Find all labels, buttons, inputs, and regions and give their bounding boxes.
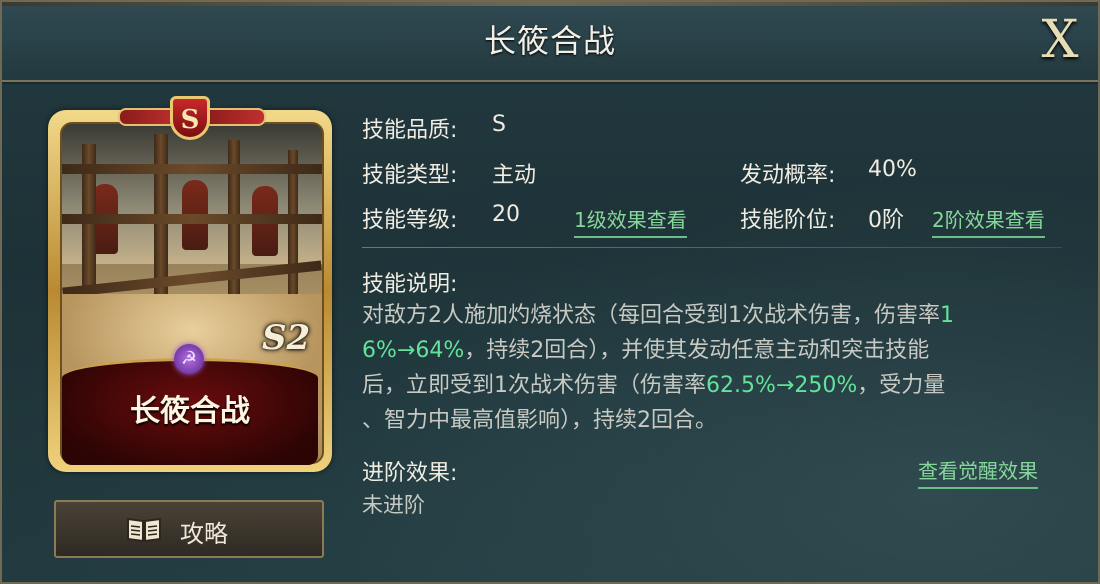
description-text: ，受力量: [857, 373, 946, 398]
description-text: 对敌方2人施加灼烧状态（每回合受到1次战术伤害，伤害率: [362, 303, 940, 328]
tier-label: 技能阶位:: [740, 208, 836, 233]
description-text: 后，立即受到1次战术伤害（伤害率: [362, 373, 706, 398]
description-text: ，持续2回合），并使其发动任意主动和突击技能: [464, 338, 930, 363]
book-icon: [127, 517, 161, 543]
card-name: 长筱合战: [130, 394, 250, 429]
quality-value: S: [492, 112, 506, 137]
artwork-fence-rail: [62, 214, 322, 224]
guide-button[interactable]: 攻略: [54, 500, 324, 558]
rate-label: 发动概率:: [740, 163, 836, 188]
advance-heading: 进阶效果:: [362, 461, 458, 486]
season-tag: S2: [262, 318, 311, 358]
type-value: 主动: [492, 163, 537, 188]
tier-value: 0阶: [868, 208, 904, 233]
description-line: 6%→64%，持续2回合），并使其发动任意主动和突击技能: [362, 333, 1062, 368]
dialog-title: 长筱合战: [483, 22, 616, 60]
skill-detail-dialog: 长筱合战 X S S2 ☭ 长筱合战 攻略 技能品质: S 技能类型: 主动 发…: [0, 0, 1100, 584]
description-line: 对敌方2人施加灼烧状态（每回合受到1次战术伤害，伤害率1: [362, 298, 1062, 333]
quality-label: 技能品质:: [362, 118, 458, 143]
level-value: 20: [492, 202, 520, 227]
level-effect-link[interactable]: 1级效果查看: [574, 204, 687, 238]
awakening-effect-link[interactable]: 查看觉醒效果: [918, 455, 1038, 489]
title-bar: 长筱合战 X: [0, 0, 1100, 82]
description-line: 、智力中最高值影响），持续2回合。: [362, 408, 717, 433]
damage-rate-value: 6%→64%: [362, 338, 465, 363]
rank-badge: S: [170, 96, 210, 140]
level-label: 技能等级:: [362, 208, 458, 233]
description-line: 后，立即受到1次战术伤害（伤害率62.5%→250%，受力量: [362, 368, 1062, 403]
tier-effect-link[interactable]: 2阶效果查看: [932, 204, 1045, 238]
badge-wing-right: [202, 108, 266, 126]
artwork-fence-rail: [62, 164, 322, 174]
title-bar-trim: [0, 0, 1100, 6]
type-label: 技能类型:: [362, 163, 458, 188]
advance-status: 未进阶: [362, 493, 425, 517]
artwork-fence-rail: [62, 260, 322, 298]
description-heading: 技能说明:: [362, 272, 458, 297]
hammer-sickle-icon: ☭: [174, 344, 204, 374]
damage-rate-value: 1: [940, 303, 954, 328]
skill-card: S S2 ☭ 长筱合战: [48, 96, 332, 472]
damage-rate-value: 62.5%→250%: [706, 373, 858, 398]
artwork-fence-post: [288, 150, 298, 310]
guide-button-label: 攻略: [180, 520, 228, 548]
skill-description: 对敌方2人施加灼烧状态（每回合受到1次战术伤害，伤害率1 6%→64%，持续2回…: [362, 298, 1062, 438]
rate-value: 40%: [868, 157, 917, 182]
section-divider: [362, 247, 1062, 248]
close-button[interactable]: X: [1030, 10, 1090, 70]
